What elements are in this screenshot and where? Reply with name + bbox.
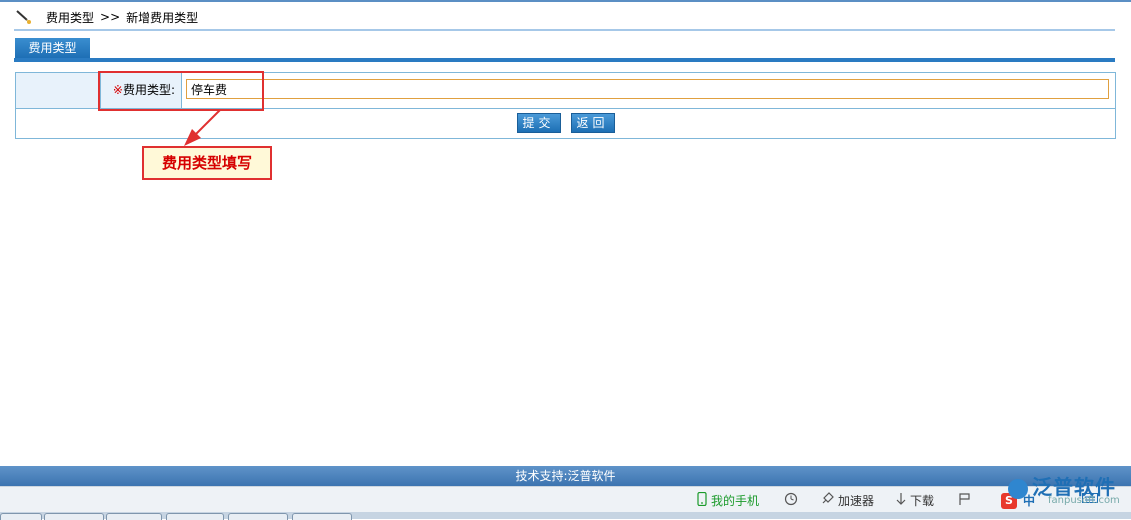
annotation-highlight-box bbox=[98, 71, 264, 111]
header-divider bbox=[14, 29, 1115, 31]
breadcrumb-parent[interactable]: 费用类型 bbox=[46, 9, 94, 26]
phone-icon bbox=[697, 491, 707, 509]
annotation-callout: 费用类型填写 bbox=[142, 146, 272, 180]
download-arrow-icon bbox=[896, 492, 906, 509]
download-label: 下载 bbox=[910, 494, 935, 508]
breadcrumb: 费用类型 >> 新增费用类型 bbox=[14, 6, 198, 28]
annotation-arrow-icon bbox=[184, 109, 221, 146]
flag-item[interactable] bbox=[958, 492, 976, 509]
breadcrumb-current: 新增费用类型 bbox=[126, 10, 199, 25]
flag-icon bbox=[958, 492, 972, 509]
footer-support: 技术支持:泛普软件 bbox=[0, 466, 1131, 486]
submit-button[interactable]: 提交 bbox=[516, 113, 561, 133]
tab-expense-type[interactable]: 费用类型 bbox=[15, 38, 90, 58]
pen-icon bbox=[14, 8, 32, 26]
form-cell-blank bbox=[16, 73, 101, 108]
my-phone-item[interactable]: 我的手机 bbox=[697, 491, 760, 509]
brand-logo-icon bbox=[1008, 478, 1028, 499]
my-phone-label: 我的手机 bbox=[711, 494, 760, 508]
back-button[interactable]: 返回 bbox=[570, 113, 615, 133]
download-item[interactable]: 下载 bbox=[896, 492, 934, 509]
accelerator-label: 加速器 bbox=[838, 494, 875, 508]
expense-type-input[interactable] bbox=[186, 79, 1109, 99]
browser-status-bar: 我的手机 加速器 下载 中 bbox=[0, 486, 1131, 513]
tab-bar bbox=[14, 58, 1115, 62]
clock-icon bbox=[784, 492, 798, 509]
rocket-icon bbox=[820, 492, 834, 509]
top-border bbox=[0, 0, 1131, 2]
brand-watermark: fanpusoft.com bbox=[1048, 495, 1120, 506]
accelerator-item[interactable]: 加速器 bbox=[820, 492, 874, 509]
breadcrumb-separator: >> bbox=[100, 10, 121, 24]
clock-item[interactable] bbox=[784, 492, 802, 509]
